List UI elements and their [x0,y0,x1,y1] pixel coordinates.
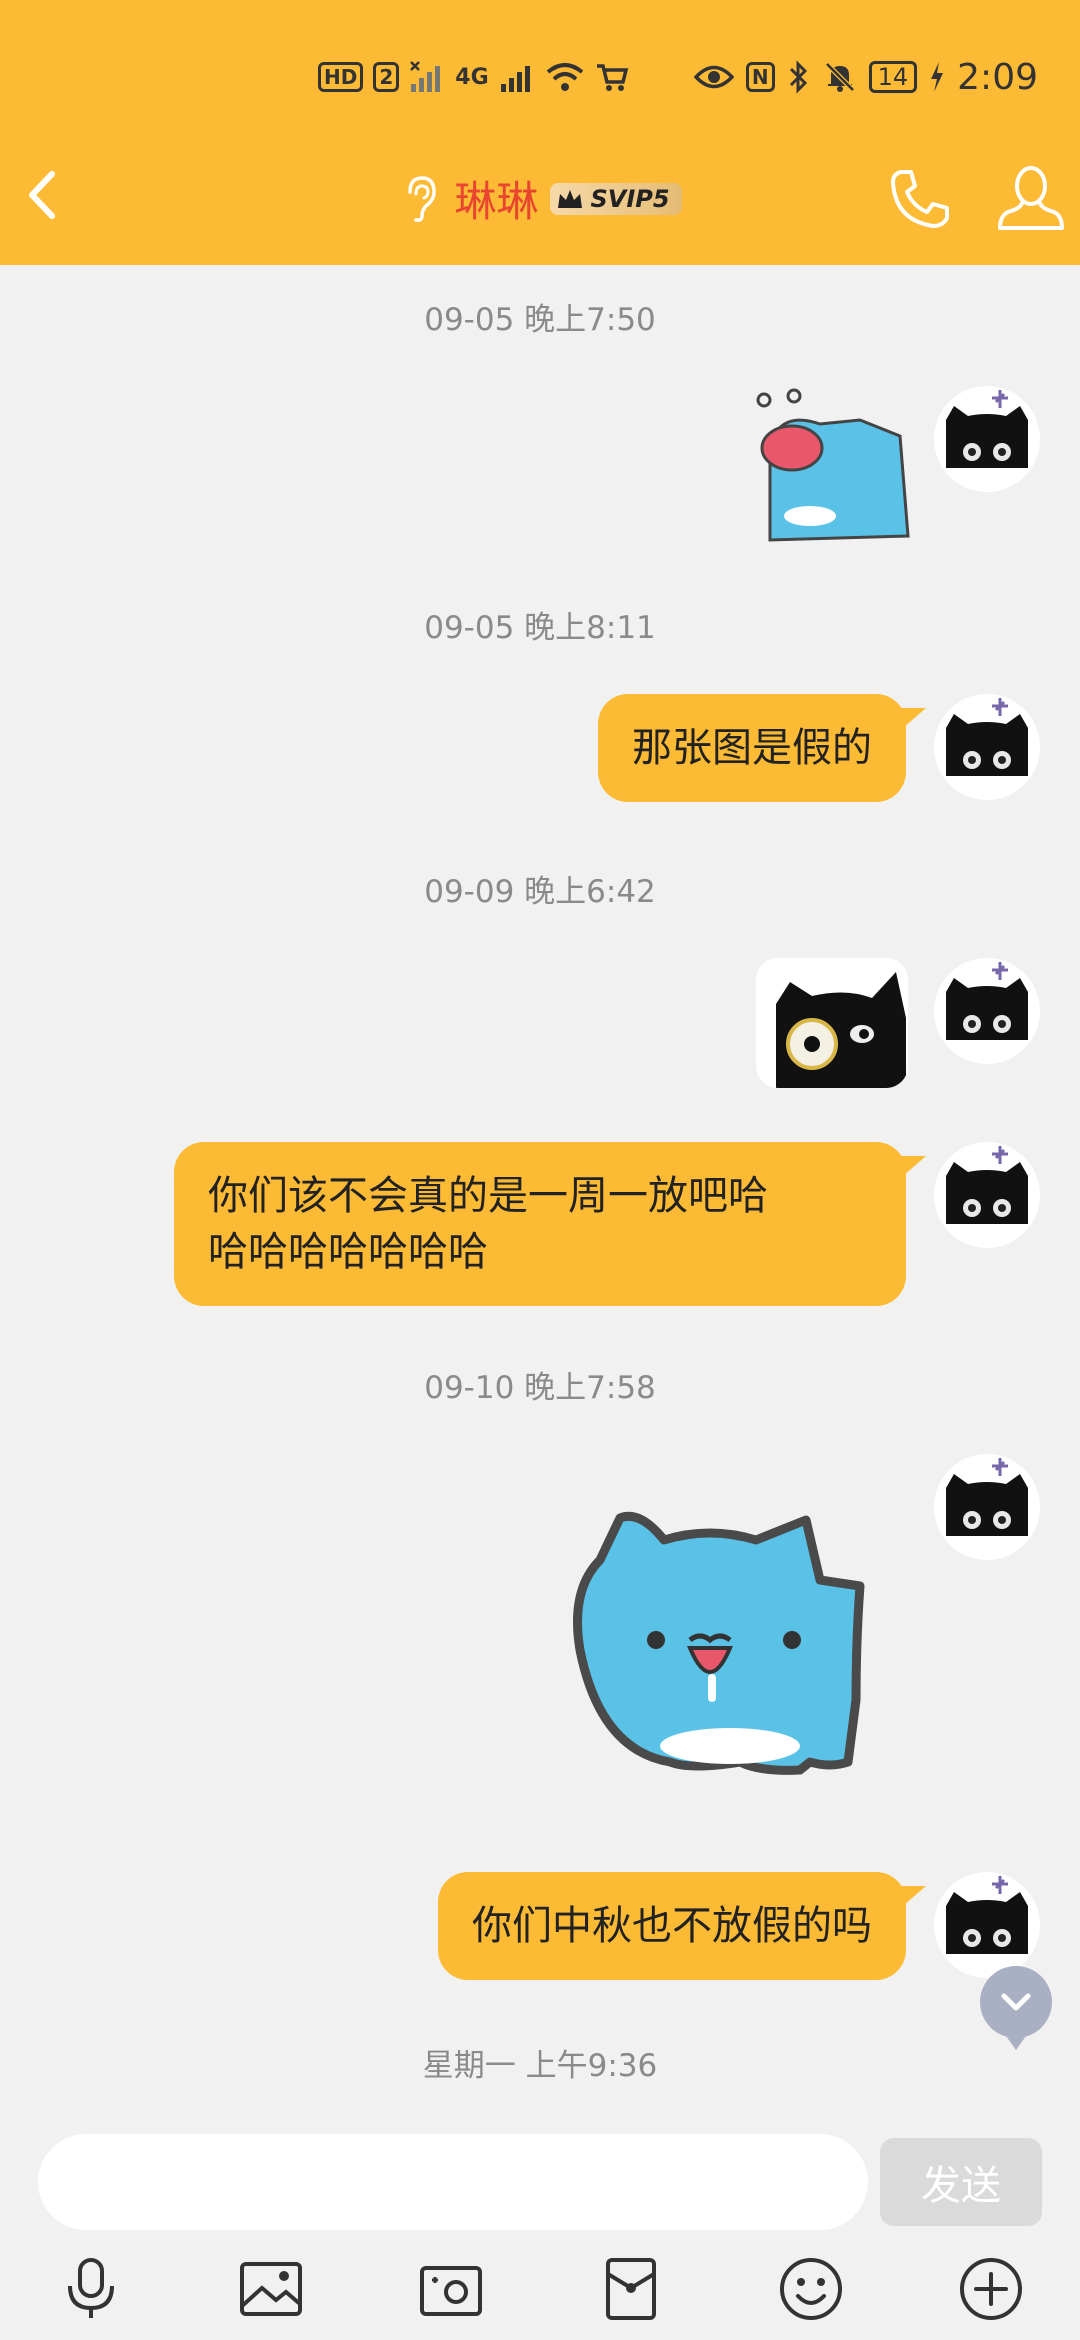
status-bar-left: HD 2 4G [318,52,629,102]
phone-icon[interactable] [885,164,955,234]
sticker-image[interactable] [560,1500,900,1780]
message-bubble[interactable]: 你们该不会真的是一周一放吧哈 哈哈哈哈哈哈哈 [174,1142,926,1306]
ear-icon [408,175,437,222]
clock: 2:09 [957,56,1038,98]
message-timestamp: 09-09 晚上6:42 [424,874,656,910]
scroll-to-bottom-button[interactable] [980,1966,1052,2050]
battery-indicator: 14 [868,61,918,93]
crown-icon [558,189,583,208]
chat-toolbar [0,2240,1080,2340]
black-cat-icon [946,1458,1028,1536]
image-icon[interactable] [236,2254,306,2324]
top-bar: HD 2 4G N 14 2:09 琳琳 SVIP5 [0,0,1080,265]
message-timestamp: 09-05 晚上8:11 [424,610,656,646]
eye-icon [693,65,734,89]
black-cat-icon [946,962,1028,1040]
page-title: 琳琳 [454,177,539,226]
camera-icon[interactable] [416,2254,486,2324]
message-timestamp: 09-10 晚上7:58 [424,1370,656,1406]
black-cat-icon [946,390,1028,468]
plus-icon[interactable] [956,2254,1026,2324]
avatar[interactable] [934,1454,1040,1560]
blue-cat-sticker-icon [573,1511,865,1775]
avatar[interactable] [934,1872,1040,1978]
cart-icon [596,64,628,91]
network-type: 4G [455,64,489,90]
avatar[interactable] [934,1142,1040,1248]
signal-strong-icon [500,66,530,92]
avatar[interactable] [934,386,1040,492]
message-bubble[interactable]: 那张图是假的 [598,694,926,802]
blue-cat-sticker-icon [756,388,910,542]
svip-badge: SVIP5 [550,182,682,215]
message-input[interactable] [38,2134,868,2230]
mic-icon[interactable] [56,2254,126,2324]
avatar[interactable] [934,694,1040,800]
avatar[interactable] [934,958,1040,1064]
svip-label: SVIP5 [590,184,670,213]
signal-icon [410,61,441,92]
message-timestamp: 星期一 上午9:36 [422,2048,658,2084]
profile-icon[interactable] [996,162,1066,234]
bell-mute-icon [824,62,855,92]
chevron-down-icon [1001,1993,1031,2011]
monocle-cat-sticker-icon [776,972,906,1088]
message-timestamp: 09-05 晚上7:50 [424,302,656,338]
emoji-icon[interactable] [776,2254,846,2324]
input-row: 发送 [0,2120,1080,2240]
red-packet-icon[interactable] [596,2254,666,2324]
wifi-icon [546,63,583,91]
status-bar-right: N 14 2:09 [693,52,1038,102]
sticker-image[interactable] [756,958,908,1088]
sim-indicator: 2 [373,62,400,92]
send-button[interactable]: 发送 [880,2138,1042,2226]
bluetooth-icon [789,60,807,94]
nfc-indicator: N [745,62,775,92]
black-cat-icon [946,1876,1028,1954]
nav-bar: 琳琳 SVIP5 [0,150,1080,240]
black-cat-icon [946,1146,1028,1224]
sticker-image[interactable] [750,386,910,542]
hd-indicator: HD [318,62,364,92]
charging-icon [931,62,944,92]
black-cat-icon [946,698,1028,776]
message-bubble[interactable]: 你们中秋也不放假的吗 [438,1872,926,1980]
